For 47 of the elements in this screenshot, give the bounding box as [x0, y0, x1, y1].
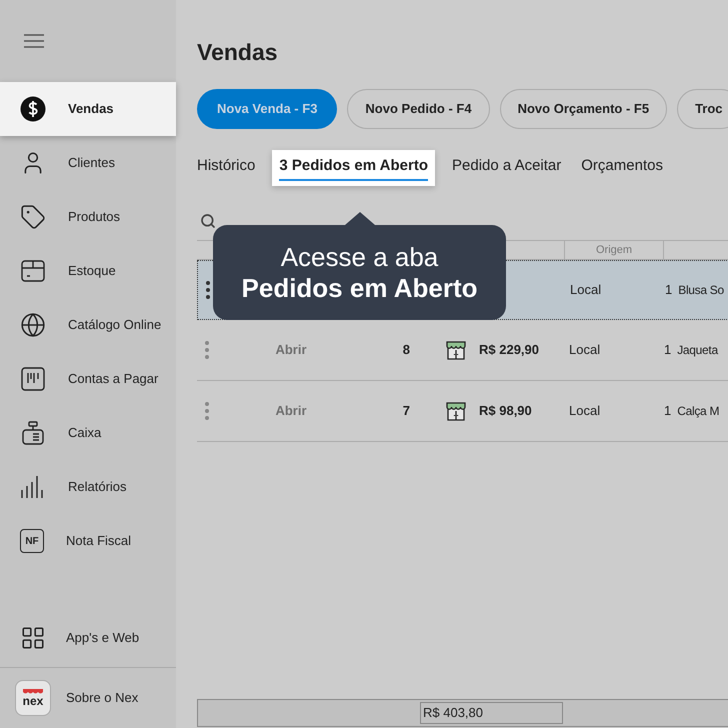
sidebar-item[interactable]: nex Sobre o Nex: [0, 668, 176, 728]
tab[interactable]: Orçamentos: [578, 150, 666, 186]
product-cell-text: Blusa So: [677, 282, 724, 299]
order-total: R$ 229,90: [479, 341, 539, 360]
barcode-icon: [20, 366, 46, 392]
sidebar-item[interactable]: App's e Web: [0, 608, 176, 668]
sidebar-item[interactable]: Catálogo Online: [0, 298, 176, 352]
dollar-icon: [20, 96, 46, 122]
quantity-cell-text: 1: [664, 281, 672, 300]
action-button[interactable]: Novo Orçamento - F5: [500, 89, 668, 129]
grid-icon: [20, 624, 46, 650]
order-total: R$ 98,90: [479, 402, 532, 420]
tab[interactable]: Histórico: [194, 150, 258, 186]
origin-cell-text: Local: [569, 281, 602, 300]
sidebar-item[interactable]: Estoque: [0, 244, 176, 298]
action-button[interactable]: Troc: [677, 89, 728, 129]
tab[interactable]: 3 Pedidos em Aberto: [272, 150, 436, 186]
nex-logo: nex: [15, 680, 51, 716]
box-icon: [20, 258, 46, 284]
cash-register-icon: [20, 420, 46, 446]
sidebar-item[interactable]: Produtos: [0, 190, 176, 244]
action-button[interactable]: Novo Pedido - F4: [347, 89, 490, 129]
sidebar-item[interactable]: Relatórios: [0, 460, 176, 514]
sidebar-item[interactable]: Contas a Pagar: [0, 352, 176, 406]
more-icon[interactable]: [206, 281, 210, 299]
tab[interactable]: Pedido a Aceitar: [449, 150, 564, 186]
quantity-cell-text: 1: [663, 341, 672, 360]
search-icon[interactable]: [200, 213, 216, 229]
product-cell-text: Jaqueta: [676, 342, 718, 359]
sidebar-item[interactable]: Vendas: [0, 82, 176, 136]
store-icon: [445, 339, 467, 361]
quantity-cell-text: 1: [663, 402, 672, 420]
product-cell-text: Calça M: [676, 403, 720, 420]
order-number: 8: [402, 341, 410, 360]
page-title: Vendas: [197, 38, 279, 66]
sidebar-item[interactable]: Clientes: [0, 136, 176, 190]
total-field: R$ 403,80: [420, 702, 563, 724]
store-icon: [445, 400, 467, 422]
origin-cell-text: Local: [568, 341, 602, 360]
sidebar-item[interactable]: Caixa: [0, 406, 176, 460]
order-number: 7: [402, 402, 410, 420]
globe-icon: [20, 312, 46, 338]
sidebar-item[interactable]: NF Nota Fiscal: [0, 514, 176, 568]
tag-icon: [20, 204, 46, 230]
origin-cell-text: Local: [568, 402, 602, 420]
nf-icon: NF: [20, 529, 44, 553]
menu-icon[interactable]: [24, 34, 44, 48]
